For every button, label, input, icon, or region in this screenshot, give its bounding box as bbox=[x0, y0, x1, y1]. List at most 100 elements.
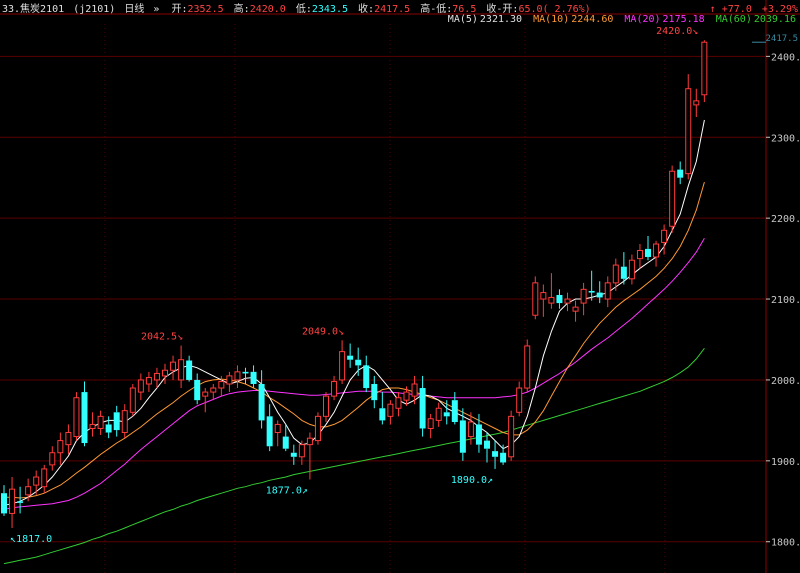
candle-body-down bbox=[363, 365, 370, 389]
candle[interactable] bbox=[532, 276, 539, 320]
candle-body-up bbox=[403, 391, 410, 401]
high-value: 2420.0 bbox=[250, 4, 286, 15]
candle[interactable] bbox=[524, 339, 531, 393]
candle-body-up bbox=[97, 415, 104, 429]
candle-body-up bbox=[9, 488, 16, 514]
period-dropdown-icon: » bbox=[153, 4, 159, 15]
candle-body-up bbox=[701, 41, 708, 96]
candle-body-down bbox=[620, 266, 627, 279]
y-tick-label-0: 1800.0 bbox=[771, 538, 800, 549]
candle-body-up bbox=[49, 452, 56, 466]
symbol-code: (j2101) bbox=[73, 4, 115, 15]
candle-body-up bbox=[548, 296, 555, 304]
candle-body-up bbox=[540, 292, 547, 300]
candle-body-down bbox=[194, 379, 201, 401]
candle-body-up bbox=[467, 421, 474, 438]
candle-body-down bbox=[475, 424, 482, 445]
candle-body-down bbox=[266, 416, 273, 447]
candle-body-up bbox=[121, 410, 128, 434]
annotation-arrow-icon: ↘ bbox=[692, 26, 698, 37]
candle-body-up bbox=[202, 391, 209, 397]
close-value: 2417.5 bbox=[374, 4, 410, 15]
y-tick-label-2: 2000.0 bbox=[771, 376, 800, 387]
candle-body-up bbox=[89, 423, 96, 429]
candle-body-down bbox=[379, 408, 386, 421]
candle-body-up bbox=[685, 88, 692, 175]
candle-body-down bbox=[588, 290, 595, 293]
candle[interactable] bbox=[73, 392, 80, 441]
candle-body-down bbox=[355, 359, 362, 366]
annotation-arrow-icon: ↗ bbox=[487, 475, 493, 486]
candle-body-up bbox=[178, 359, 185, 381]
candle-body-up bbox=[532, 282, 539, 316]
annotation-value: 1817.0 bbox=[16, 534, 52, 545]
candle-body-up bbox=[73, 397, 80, 438]
chart-background bbox=[0, 0, 800, 573]
candle-body-down bbox=[556, 295, 563, 304]
candle-body-up bbox=[218, 381, 225, 389]
annotation-value: 1877.0 bbox=[266, 485, 302, 496]
candle-body-down bbox=[105, 424, 112, 433]
candle-body-up bbox=[612, 264, 619, 284]
candle-body-up bbox=[508, 415, 515, 458]
candle-body-up bbox=[137, 379, 144, 393]
candle-body-down bbox=[258, 383, 265, 421]
candle-body-up bbox=[145, 377, 152, 385]
ma10-label: MA(10) bbox=[533, 14, 569, 25]
y-tick-label-1: 1900.0 bbox=[771, 457, 800, 468]
candle-body-up bbox=[25, 486, 32, 496]
candle-body-up bbox=[298, 444, 305, 458]
candle[interactable] bbox=[669, 165, 676, 233]
candle-body-up bbox=[306, 437, 313, 446]
candlestick-chart[interactable]: 2042.5↘ 2049.0↘2420.0↘↖1817.01877.0↗1890.… bbox=[0, 0, 800, 573]
candle-body-up bbox=[170, 361, 177, 371]
candle-body-up bbox=[57, 440, 64, 454]
annotation-0: 2042.5↘ bbox=[141, 332, 183, 343]
candle-body-up bbox=[274, 423, 281, 434]
ma5-label: MA(5) bbox=[448, 14, 478, 25]
high-label: 高: bbox=[234, 2, 250, 15]
candle-body-down bbox=[451, 400, 458, 423]
candle-body-up bbox=[339, 351, 346, 381]
close-label: 收: bbox=[358, 2, 374, 15]
candle-body-up bbox=[564, 298, 571, 304]
low-label: 低: bbox=[296, 2, 312, 15]
candle-body-down bbox=[596, 292, 603, 298]
candle-body-down bbox=[677, 169, 684, 178]
ma20-label: MA(20) bbox=[624, 14, 660, 25]
candle-body-down bbox=[443, 412, 450, 417]
candle-body-down bbox=[492, 451, 499, 457]
candle-body-up bbox=[331, 381, 338, 397]
candle-body-up bbox=[226, 375, 233, 385]
candle-body-up bbox=[323, 395, 329, 417]
candle-body-down bbox=[500, 452, 507, 463]
candle[interactable] bbox=[129, 383, 136, 417]
candle[interactable] bbox=[508, 410, 515, 461]
candle[interactable] bbox=[314, 412, 321, 445]
candle-body-down bbox=[1, 493, 7, 514]
candle-body-up bbox=[162, 369, 168, 377]
candle-body-up bbox=[427, 418, 434, 429]
candle-body-down bbox=[645, 248, 651, 257]
annotation-arrow-icon: ↗ bbox=[302, 485, 308, 496]
annotation-3: ↖1817.0 bbox=[10, 534, 52, 545]
candle[interactable] bbox=[701, 40, 708, 103]
candle-body-down bbox=[290, 452, 297, 457]
candle-body-up bbox=[524, 345, 531, 389]
candle-body-up bbox=[572, 306, 579, 312]
candle-body-up bbox=[387, 403, 394, 417]
y-tick-label-3: 2100.0 bbox=[771, 295, 800, 306]
period-label: 日线 bbox=[124, 2, 144, 15]
candle-body-up bbox=[129, 387, 136, 413]
candle-body-up bbox=[411, 383, 418, 397]
ma60-value: 2039.16 bbox=[754, 14, 796, 25]
candle-body-up bbox=[314, 415, 321, 442]
candle-body-up bbox=[41, 468, 48, 488]
candle-body-up bbox=[395, 397, 402, 409]
candle-body-down bbox=[282, 436, 289, 449]
candle-body-down bbox=[459, 420, 466, 453]
candle-body-up bbox=[516, 387, 523, 413]
y-tick-label-5: 2300.0 bbox=[771, 133, 800, 144]
candle[interactable] bbox=[685, 74, 692, 180]
ma5-value: 2321.30 bbox=[480, 14, 522, 25]
